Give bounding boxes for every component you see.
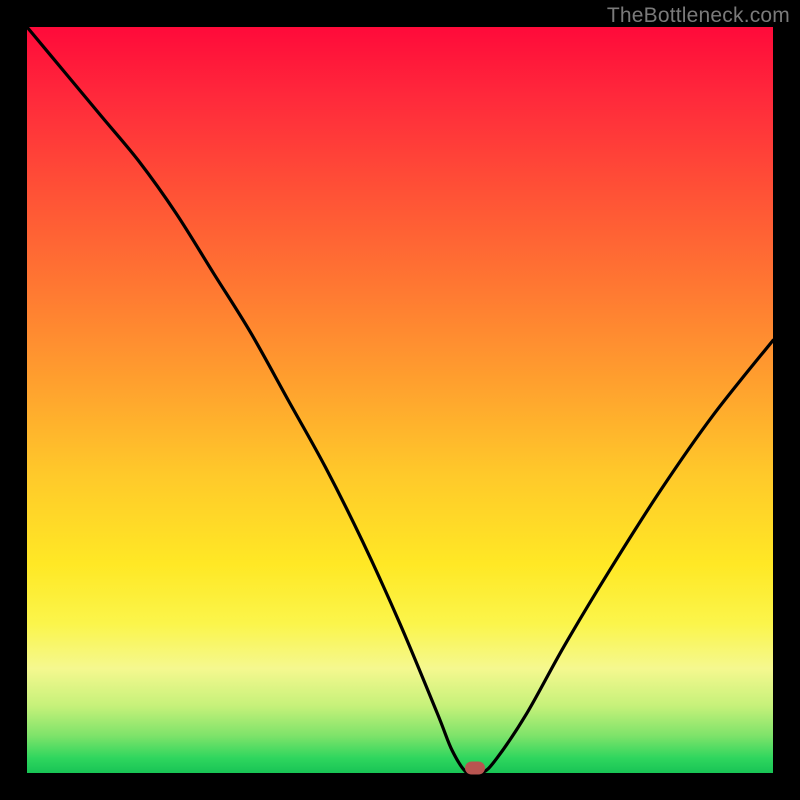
bottleneck-curve [27, 27, 773, 773]
optimal-point-marker [465, 762, 485, 775]
plot-area [27, 27, 773, 773]
watermark-text: TheBottleneck.com [607, 4, 790, 28]
chart-frame: TheBottleneck.com [0, 0, 800, 800]
